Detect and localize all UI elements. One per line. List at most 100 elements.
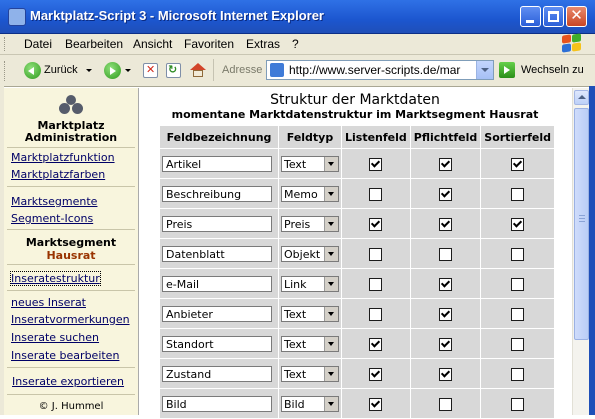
sort-field-checkbox[interactable] — [511, 308, 525, 321]
list-field-checkbox[interactable] — [369, 248, 383, 261]
required-field-checkbox[interactable] — [439, 218, 453, 231]
field-name-input[interactable]: Artikel — [162, 155, 272, 172]
required-field-checkbox[interactable] — [439, 158, 453, 171]
list-field-checkbox[interactable] — [369, 278, 383, 291]
sort-field-checkbox[interactable] — [511, 278, 525, 291]
sidebar-link-inserate-bearbeiten[interactable]: Inserate bearbeiten — [11, 349, 119, 362]
address-input[interactable]: http://www.server-scripts.de/mar — [289, 63, 469, 77]
sort-field-checkbox[interactable] — [511, 218, 525, 231]
sidebar-link-neues-inserat[interactable]: neues Inserat — [11, 296, 86, 309]
forward-arrow-icon[interactable] — [104, 62, 121, 79]
refresh-icon[interactable]: ↻ — [166, 63, 181, 78]
home-icon[interactable] — [190, 63, 206, 78]
window-right-edge — [589, 86, 595, 415]
minimize-button[interactable] — [520, 6, 541, 27]
sort-field-checkbox[interactable] — [511, 368, 525, 381]
back-dropdown-icon[interactable] — [86, 69, 92, 72]
segment-label: Marktsegment — [25, 236, 117, 249]
go-button-label[interactable]: Wechseln zu — [521, 64, 584, 76]
vertical-scrollbar[interactable] — [572, 88, 590, 415]
field-type-select[interactable]: Text — [281, 305, 339, 322]
required-field-checkbox[interactable] — [439, 188, 453, 201]
list-field-checkbox[interactable] — [369, 158, 383, 171]
page-subtitle: momentane Marktdatenstruktur im Marktseg… — [171, 108, 539, 121]
close-button[interactable]: ✕ — [566, 6, 587, 27]
sidebar-link-marktsegmente[interactable]: Marktsegmente — [11, 195, 97, 208]
administration-logo-icon — [59, 95, 83, 117]
sort-field-checkbox[interactable] — [511, 398, 525, 411]
field-name-input[interactable]: Beschreibung — [162, 185, 272, 202]
chevron-down-icon[interactable] — [324, 276, 338, 291]
table-row: Datenblatt Objekt — [160, 239, 554, 268]
sort-field-checkbox[interactable] — [511, 338, 525, 351]
field-name-input[interactable]: Anbieter — [162, 305, 272, 322]
field-type-select[interactable]: Text — [281, 155, 339, 172]
address-bar[interactable]: http://www.server-scripts.de/mar — [266, 60, 494, 80]
menu-bearbeiten[interactable]: Bearbeiten — [65, 37, 123, 51]
field-type-select[interactable]: Memo — [281, 185, 339, 202]
chevron-down-icon[interactable] — [324, 216, 338, 231]
field-type-select[interactable]: Text — [281, 365, 339, 382]
menu-favoriten[interactable]: Favoriten — [184, 37, 234, 51]
scroll-up-icon[interactable] — [574, 90, 589, 105]
sort-field-checkbox[interactable] — [511, 188, 525, 201]
menu-help[interactable]: ? — [292, 37, 299, 51]
forward-dropdown-icon[interactable] — [125, 69, 131, 72]
field-name-input[interactable]: Preis — [162, 215, 272, 232]
address-dropdown-icon[interactable] — [476, 61, 493, 79]
sort-field-cell — [481, 209, 554, 238]
list-field-cell — [342, 359, 410, 388]
sidebar-link-marktplatzfarben[interactable]: Marktplatzfarben — [11, 168, 105, 181]
field-name-input[interactable]: Standort — [162, 335, 272, 352]
stop-icon[interactable]: ✕ — [143, 63, 158, 78]
required-field-checkbox[interactable] — [439, 338, 453, 351]
sidebar-link-inseratvormerkungen[interactable]: Inseratvormerkungen — [11, 313, 130, 326]
required-field-checkbox[interactable] — [439, 368, 453, 381]
toolbar-divider — [213, 59, 214, 81]
field-type-select[interactable]: Objekt — [281, 245, 339, 262]
field-type-cell: Text — [279, 149, 341, 178]
menu-ansicht[interactable]: Ansicht — [133, 37, 172, 51]
back-arrow-icon[interactable] — [24, 62, 41, 79]
menu-datei[interactable]: Datei — [24, 37, 52, 51]
field-name-input[interactable]: Datenblatt — [162, 245, 272, 262]
scroll-thumb[interactable] — [574, 108, 589, 340]
sidebar-link-inserate-suchen[interactable]: Inserate suchen — [11, 331, 99, 344]
chevron-down-icon[interactable] — [324, 156, 338, 171]
required-field-checkbox[interactable] — [439, 398, 453, 411]
sidebar-link-marktplatzfunktion[interactable]: Marktplatzfunktion — [11, 151, 115, 164]
required-field-checkbox[interactable] — [439, 278, 453, 291]
sidebar-link-segment-icons[interactable]: Segment-Icons — [11, 212, 93, 225]
field-name-cell: Beschreibung — [160, 179, 278, 208]
list-field-checkbox[interactable] — [369, 368, 383, 381]
field-type-select[interactable]: Preis — [281, 215, 339, 232]
field-type-select[interactable]: Bild — [281, 395, 339, 412]
menu-extras[interactable]: Extras — [246, 37, 280, 51]
maximize-button[interactable] — [543, 6, 564, 27]
list-field-checkbox[interactable] — [369, 398, 383, 411]
sidebar-link-inseratestruktur[interactable]: Inseratestruktur — [10, 271, 101, 286]
required-field-cell — [410, 269, 481, 298]
sort-field-checkbox[interactable] — [511, 248, 525, 261]
field-name-input[interactable]: e-Mail — [162, 275, 272, 292]
field-type-select[interactable]: Link — [281, 275, 339, 292]
go-arrow-icon[interactable] — [499, 62, 515, 78]
chevron-down-icon[interactable] — [324, 336, 338, 351]
chevron-down-icon[interactable] — [324, 246, 338, 261]
list-field-checkbox[interactable] — [369, 218, 383, 231]
chevron-down-icon[interactable] — [324, 366, 338, 381]
back-button-label[interactable]: Zurück — [44, 64, 78, 76]
sort-field-checkbox[interactable] — [511, 158, 525, 171]
field-name-input[interactable]: Zustand — [162, 365, 272, 382]
field-name-input[interactable]: Bild — [162, 395, 272, 412]
chevron-down-icon[interactable] — [324, 396, 338, 411]
required-field-checkbox[interactable] — [439, 308, 453, 321]
list-field-checkbox[interactable] — [369, 308, 383, 321]
required-field-checkbox[interactable] — [439, 248, 453, 261]
field-type-select[interactable]: Text — [281, 335, 339, 352]
sidebar-link-inserate-exportieren[interactable]: Inserate exportieren — [12, 375, 124, 388]
list-field-checkbox[interactable] — [369, 188, 383, 201]
list-field-checkbox[interactable] — [369, 338, 383, 351]
chevron-down-icon[interactable] — [324, 186, 338, 201]
chevron-down-icon[interactable] — [324, 306, 338, 321]
